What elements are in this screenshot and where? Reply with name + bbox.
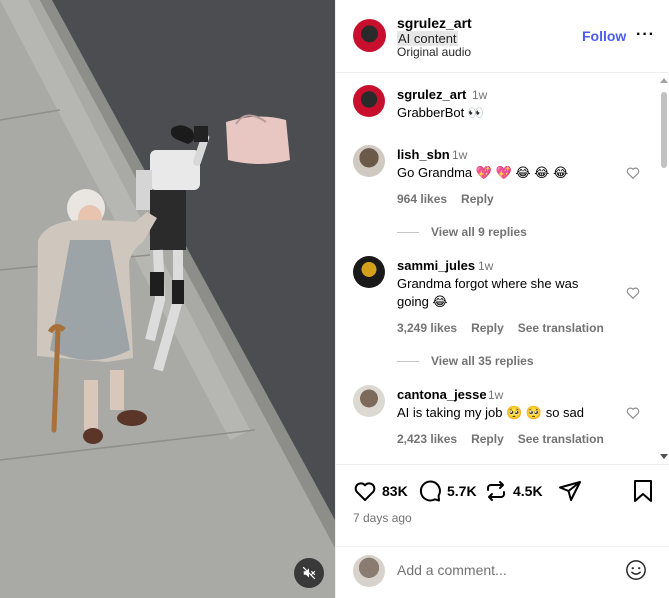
repost-button[interactable]: 4.5K — [484, 479, 543, 503]
comment-likes[interactable]: 3,249 likes — [397, 321, 457, 335]
comment-likes[interactable]: 964 likes — [397, 192, 447, 206]
see-translation-button[interactable]: See translation — [518, 321, 604, 335]
heart-icon[interactable] — [625, 165, 641, 181]
comments-list[interactable]: sgrulez_art 1w GrabberBot 👀 lish_sbn 1w … — [336, 74, 669, 463]
post-date[interactable]: 7 days ago — [353, 511, 412, 525]
comment-input[interactable] — [397, 562, 617, 578]
author-username[interactable]: sgrulez_art — [397, 15, 472, 31]
mute-button[interactable] — [294, 558, 324, 588]
reply-button[interactable]: Reply — [461, 192, 494, 206]
like-button[interactable]: 83K — [353, 479, 408, 503]
comment-time: 1w — [472, 88, 488, 102]
comment-username[interactable]: sgrulez_art — [397, 87, 466, 102]
comment-text: Go Grandma 💖 💖 😂 😂 😂 — [397, 165, 569, 180]
comment-time: 1w — [488, 388, 504, 402]
scroll-up-icon[interactable] — [660, 78, 668, 83]
follow-button[interactable]: Follow — [582, 28, 626, 44]
more-icon[interactable]: ··· — [636, 26, 655, 44]
view-replies-label: View all 9 replies — [431, 225, 527, 239]
post-media[interactable] — [0, 0, 335, 598]
scrollbar-thumb[interactable] — [661, 92, 667, 168]
like-count: 83K — [382, 483, 408, 499]
reply-button[interactable]: Reply — [471, 432, 504, 446]
ai-content-label[interactable]: AI content — [397, 31, 458, 46]
avatar[interactable] — [353, 385, 385, 417]
comment-username[interactable]: cantona_jesse — [397, 387, 487, 402]
video-frame — [0, 0, 335, 598]
comment-meta: 2,423 likes Reply See translation — [397, 432, 618, 446]
comment-text: Grandma forgot where she was — [397, 276, 579, 291]
mute-icon — [302, 566, 316, 580]
post-header: sgrulez_art AI content Original audio Fo… — [336, 0, 669, 73]
comment-username[interactable]: lish_sbn — [397, 147, 450, 162]
save-button[interactable] — [632, 479, 654, 503]
comment-text: going 😂 — [397, 294, 448, 309]
heart-icon[interactable] — [625, 285, 641, 301]
view-replies-label: View all 35 replies — [431, 354, 534, 368]
comment-meta: 964 likes Reply — [397, 192, 508, 206]
emoji-icon[interactable] — [625, 559, 647, 581]
comment-text: GrabberBot 👀 — [397, 105, 485, 120]
divider — [397, 361, 419, 363]
view-replies-button[interactable]: View all 35 replies — [397, 354, 534, 368]
comment-likes[interactable]: 2,423 likes — [397, 432, 457, 446]
reply-button[interactable]: Reply — [471, 321, 504, 335]
current-user-avatar — [353, 555, 385, 587]
avatar[interactable] — [353, 85, 385, 117]
comment-username[interactable]: sammi_jules — [397, 258, 475, 273]
share-icon — [559, 481, 581, 501]
comment-meta: 3,249 likes Reply See translation — [397, 321, 618, 335]
repost-icon — [487, 481, 505, 501]
avatar[interactable] — [353, 256, 385, 288]
repost-count: 4.5K — [513, 483, 543, 499]
avatar[interactable] — [353, 145, 385, 177]
share-button[interactable] — [558, 479, 582, 503]
see-translation-button[interactable]: See translation — [518, 432, 604, 446]
comment-text: AI is taking my job 🥺 🥺 so sad — [397, 405, 584, 420]
divider — [397, 232, 419, 234]
author-avatar[interactable] — [353, 19, 386, 52]
heart-icon[interactable] — [625, 405, 641, 421]
action-bar: 83K 5.7K 4.5K 7 days ago — [336, 464, 669, 546]
comment-icon — [419, 480, 441, 502]
comment-button[interactable]: 5.7K — [418, 479, 477, 503]
scroll-down-icon[interactable] — [660, 454, 668, 459]
comment-time: 1w — [478, 259, 494, 273]
post-panel: sgrulez_art AI content Original audio Fo… — [335, 0, 669, 598]
add-comment-bar — [336, 546, 669, 598]
view-replies-button[interactable]: View all 9 replies — [397, 225, 527, 239]
comments-scrollbar[interactable] — [657, 74, 669, 463]
bookmark-icon — [634, 480, 652, 502]
comment-time: 1w — [452, 148, 468, 162]
comment-count: 5.7K — [447, 483, 477, 499]
audio-label[interactable]: Original audio — [397, 45, 471, 59]
heart-icon — [354, 482, 376, 501]
